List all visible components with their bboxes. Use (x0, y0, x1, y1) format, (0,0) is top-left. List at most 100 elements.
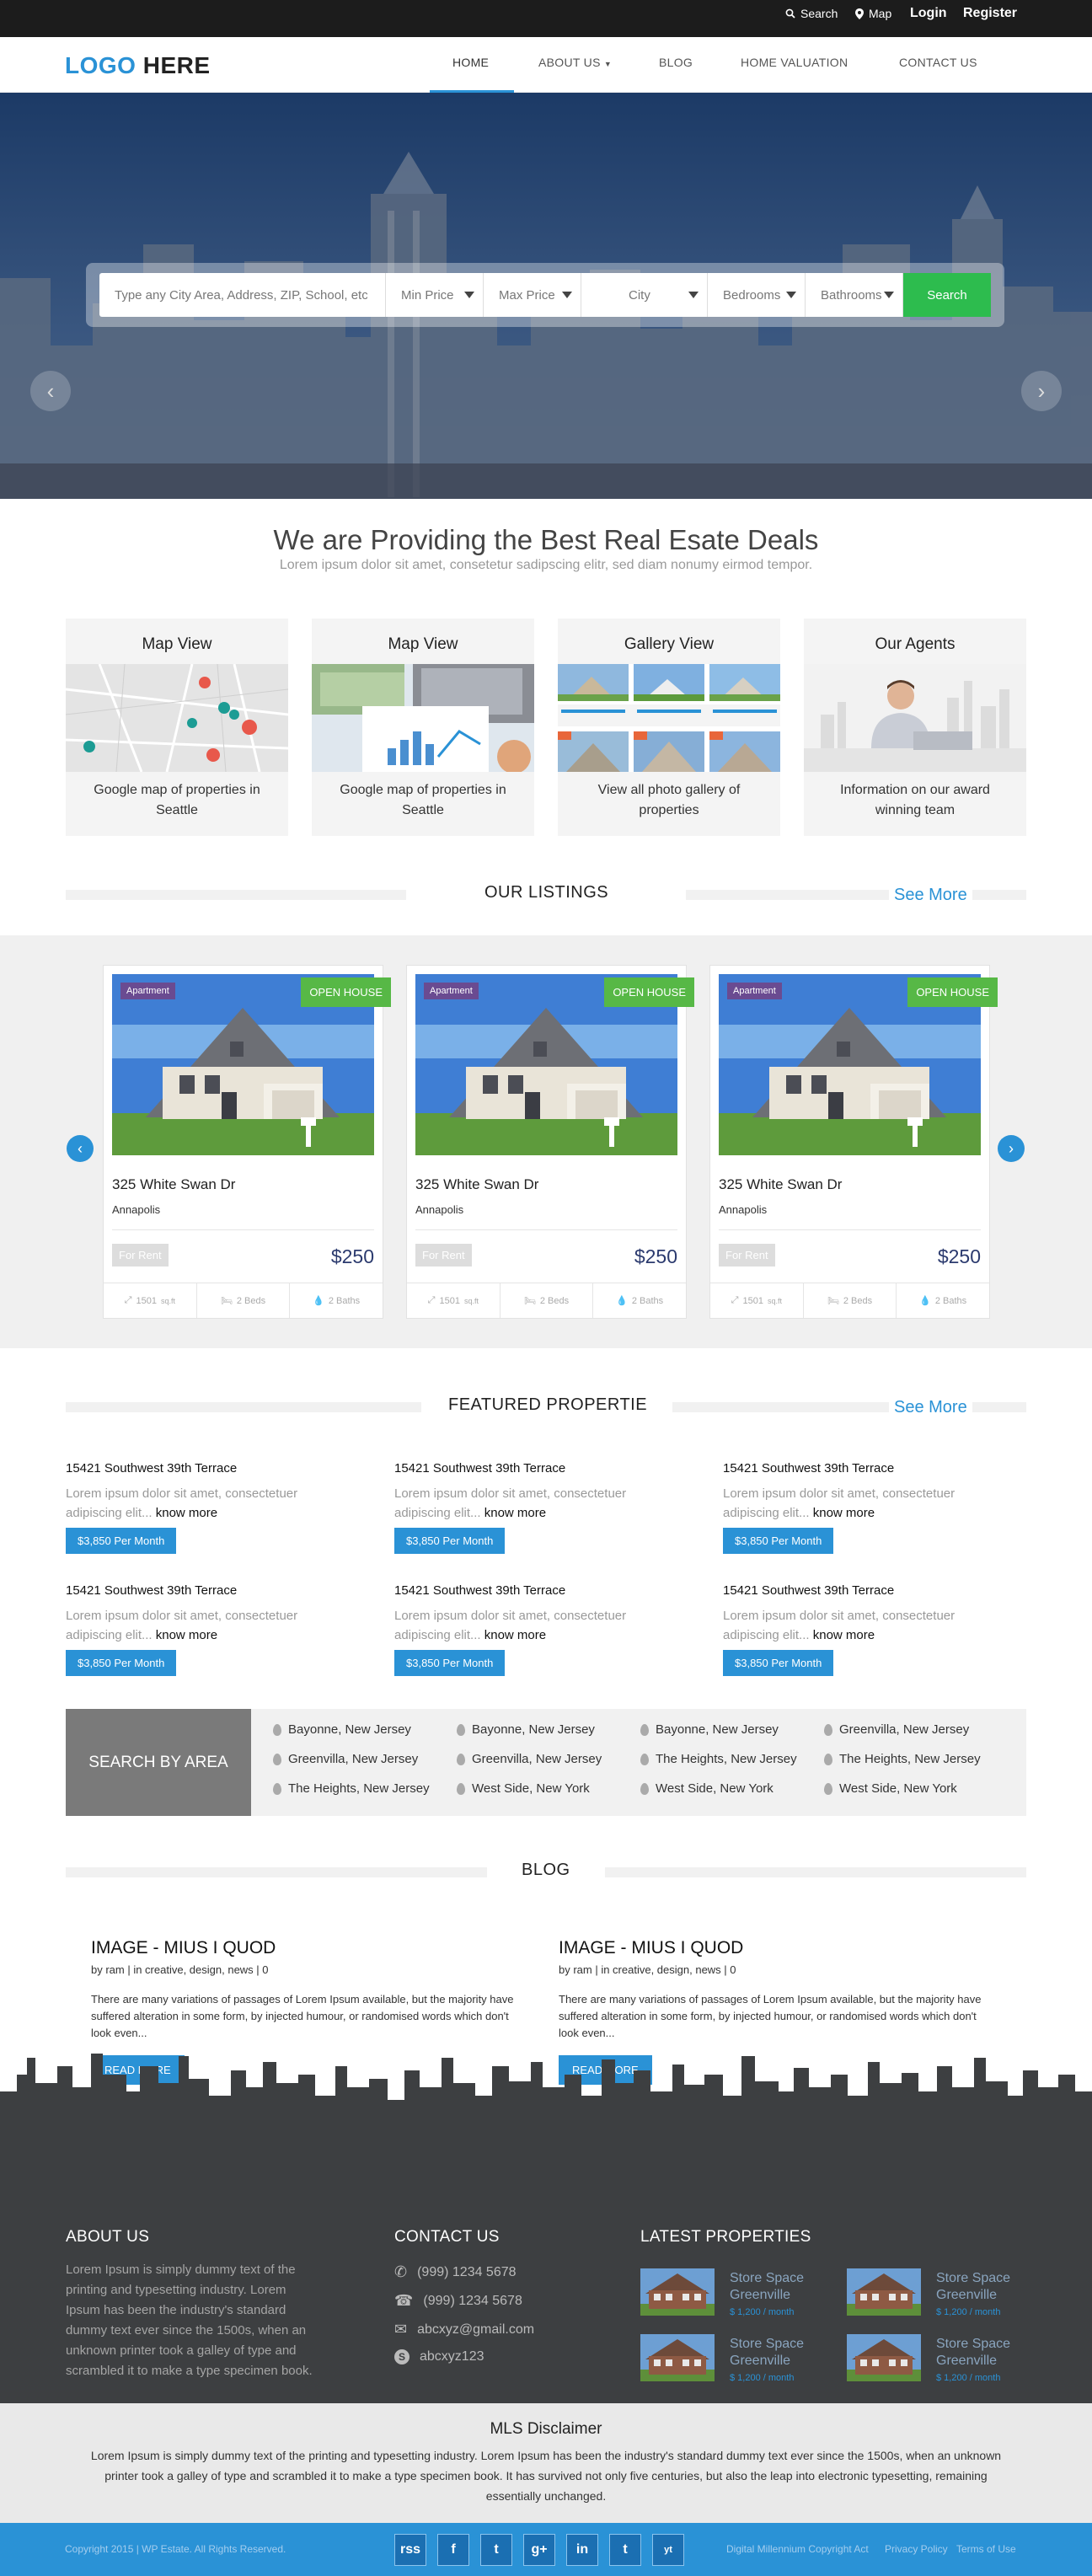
baths-value: 2 Baths (328, 1295, 361, 1306)
tumblr-icon[interactable]: t (609, 2534, 641, 2566)
listings-prev-button[interactable]: ‹ (67, 1135, 94, 1162)
linkedin-icon[interactable]: in (566, 2534, 598, 2566)
city-select[interactable]: City (581, 273, 708, 317)
google-plus-icon[interactable]: g+ (523, 2534, 555, 2566)
featured-property-title[interactable]: 15421 Southwest 39th Terrace (394, 1461, 681, 1475)
area-link[interactable]: The Heights, New Jersey (824, 1752, 981, 1766)
featured-price-button[interactable]: $3,850 Per Month (66, 1650, 177, 1676)
listing-address[interactable]: 325 White Swan Dr (415, 1176, 538, 1193)
featured-price-button[interactable]: $3,850 Per Month (66, 1528, 177, 1554)
area-link[interactable]: West Side, New York (824, 1781, 957, 1796)
max-price-select[interactable]: Max Price (484, 273, 581, 317)
hero-next-arrow[interactable]: › (1021, 371, 1062, 411)
map-pin-icon (273, 1753, 281, 1765)
area-link[interactable]: Bayonne, New Jersey (640, 1722, 779, 1737)
listing-city: Annapolis (415, 1203, 464, 1216)
blog-post-title[interactable]: IMAGE - MIUS I QUOD (91, 1938, 529, 1958)
feature-card-our-agents[interactable]: Our Agents Information on our award winn… (804, 619, 1026, 836)
hero-prev-arrow[interactable]: ‹ (30, 371, 71, 411)
facebook-icon[interactable]: f (437, 2534, 469, 2566)
latest-property[interactable]: Store Space Greenville $ 1,200 / month (847, 2334, 1049, 2386)
featured-property: 15421 Southwest 39th Terrace Lorem ipsum… (723, 1461, 1009, 1554)
featured-property-title[interactable]: 15421 Southwest 39th Terrace (723, 1461, 1009, 1475)
nav-blog[interactable]: BLOG (659, 56, 693, 69)
map-pin-icon (824, 1723, 832, 1736)
contact-skype[interactable]: Sabcxyz123 (394, 2349, 484, 2364)
contact-email[interactable]: ✉ abcxyz@gmail.com (394, 2321, 534, 2338)
latest-property[interactable]: Store Space Greenville $ 1,200 / month (640, 2268, 843, 2321)
feature-card-map-view[interactable]: Map View Google map of properties in Sea… (66, 619, 288, 836)
map-pin-icon (273, 1723, 281, 1736)
blog-post-title[interactable]: IMAGE - MIUS I QUOD (559, 1938, 997, 1958)
top-search-link[interactable]: Search (785, 0, 838, 27)
featured-property-title[interactable]: 15421 Southwest 39th Terrace (723, 1583, 1009, 1598)
feature-card-map-view-2[interactable]: Map View Google map of properties in Sea… (312, 619, 534, 836)
nav-about-us[interactable]: ABOUT US ▼ (538, 56, 612, 69)
feature-card-desc: Information on our award winning team (840, 783, 990, 817)
know-more-link[interactable]: know more (484, 1628, 546, 1642)
listing-card[interactable]: Apartment OPEN HOUSE 325 White Swan Dr A… (406, 965, 694, 1319)
latest-property-price: $ 1,200 / month (730, 2373, 795, 2383)
featured-price-button[interactable]: $3,850 Per Month (394, 1528, 506, 1554)
nav-home-valuation[interactable]: HOME VALUATION (741, 56, 848, 69)
search-button[interactable]: Search (903, 273, 991, 317)
dropdown-caret-icon (562, 292, 572, 298)
area-link[interactable]: Bayonne, New Jersey (273, 1722, 411, 1737)
area-link[interactable]: Greenvilla, New Jersey (824, 1722, 969, 1737)
latest-property[interactable]: Store Space Greenville $ 1,200 / month (847, 2268, 1049, 2321)
know-more-link[interactable]: know more (813, 1628, 875, 1642)
contact-phone-1[interactable]: ✆ (999) 1234 5678 (394, 2263, 517, 2281)
property-type-badge: Apartment (120, 983, 175, 999)
featured-see-more-link[interactable]: See More (889, 1398, 972, 1417)
featured-price-button[interactable]: $3,850 Per Month (723, 1650, 834, 1676)
know-more-link[interactable]: know more (813, 1506, 875, 1520)
register-link[interactable]: Register (963, 0, 1017, 27)
area-link[interactable]: Greenvilla, New Jersey (273, 1752, 418, 1766)
area-link[interactable]: The Heights, New Jersey (273, 1781, 430, 1796)
listing-card[interactable]: Apartment OPEN HOUSE 325 White Swan Dr A… (103, 965, 391, 1319)
listing-address[interactable]: 325 White Swan Dr (112, 1176, 235, 1193)
area-link[interactable]: Greenvilla, New Jersey (457, 1752, 602, 1766)
know-more-link[interactable]: know more (156, 1628, 217, 1642)
latest-property[interactable]: Store Space Greenville $ 1,200 / month (640, 2334, 843, 2386)
water-drop-icon: 💧 (313, 1296, 324, 1306)
featured-price-button[interactable]: $3,850 Per Month (394, 1650, 506, 1676)
area-link[interactable]: The Heights, New Jersey (640, 1752, 797, 1766)
login-link[interactable]: Login (910, 0, 947, 27)
privacy-policy-link[interactable]: Privacy Policy (885, 2543, 948, 2555)
area-name: Greenvilla, New Jersey (288, 1752, 419, 1766)
featured-property-title[interactable]: 15421 Southwest 39th Terrace (394, 1583, 681, 1598)
map-pin-icon (457, 1723, 465, 1736)
latest-property-price: $ 1,200 / month (730, 2307, 795, 2317)
bedrooms-select[interactable]: Bedrooms (708, 273, 806, 317)
min-price-select[interactable]: Min Price (386, 273, 484, 317)
nav-contact-us[interactable]: CONTACT US (899, 56, 977, 69)
rss-icon[interactable]: rss (394, 2534, 426, 2566)
logo-part-1: LOGO (65, 52, 136, 78)
bed-icon: 🛏 (827, 1296, 839, 1306)
top-map-link[interactable]: Map (855, 0, 891, 27)
area-link[interactable]: West Side, New York (457, 1781, 590, 1796)
logo[interactable]: LOGO HERE (65, 52, 211, 79)
location-search-input[interactable]: Type any City Area, Address, ZIP, School… (99, 273, 386, 317)
area-link[interactable]: Bayonne, New Jersey (457, 1722, 595, 1737)
terms-of-use-link[interactable]: Terms of Use (956, 2543, 1016, 2555)
feature-card-gallery-view[interactable]: Gallery View View all photo gallery of p… (558, 619, 780, 836)
contact-phone-2[interactable]: ☎ (999) 1234 5678 (394, 2292, 522, 2310)
dmca-link[interactable]: Digital Millennium Copyright Act (726, 2543, 869, 2555)
listing-card[interactable]: Apartment OPEN HOUSE 325 White Swan Dr A… (709, 965, 998, 1319)
featured-price-button[interactable]: $3,850 Per Month (723, 1528, 834, 1554)
open-house-badge: OPEN HOUSE (907, 977, 998, 1007)
twitter-icon[interactable]: t (480, 2534, 512, 2566)
know-more-link[interactable]: know more (156, 1506, 217, 1520)
nav-home[interactable]: HOME (452, 56, 489, 69)
listing-address[interactable]: 325 White Swan Dr (719, 1176, 842, 1193)
featured-property-title[interactable]: 15421 Southwest 39th Terrace (66, 1583, 352, 1598)
youtube-icon[interactable]: yt (652, 2534, 684, 2566)
listings-see-more-link[interactable]: See More (889, 886, 972, 905)
listings-next-button[interactable]: › (998, 1135, 1025, 1162)
area-link[interactable]: West Side, New York (640, 1781, 774, 1796)
bathrooms-select[interactable]: Bathrooms (806, 273, 903, 317)
featured-property-title[interactable]: 15421 Southwest 39th Terrace (66, 1461, 352, 1475)
know-more-link[interactable]: know more (484, 1506, 546, 1520)
